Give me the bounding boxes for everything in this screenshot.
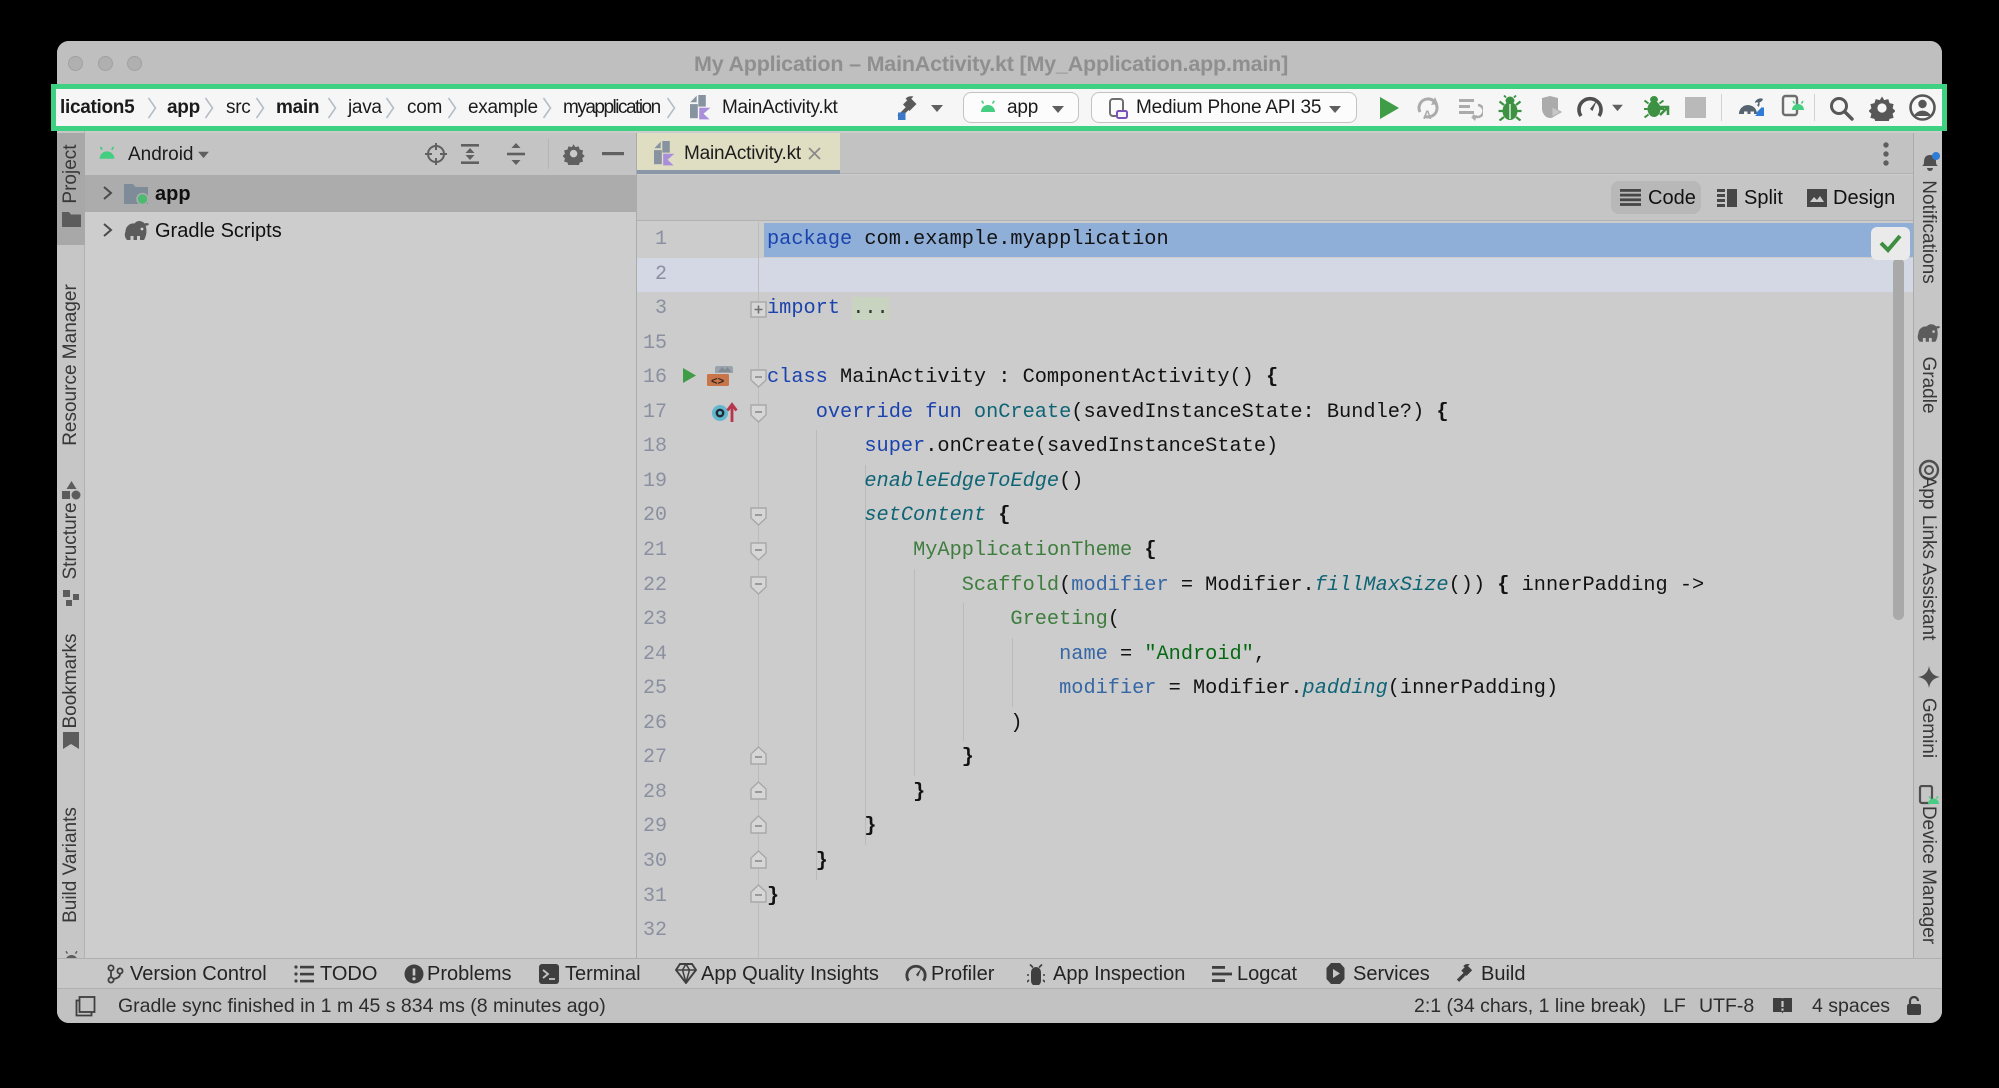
svg-text:<>: <> [711,377,725,389]
svg-text:A: A [1423,108,1432,121]
